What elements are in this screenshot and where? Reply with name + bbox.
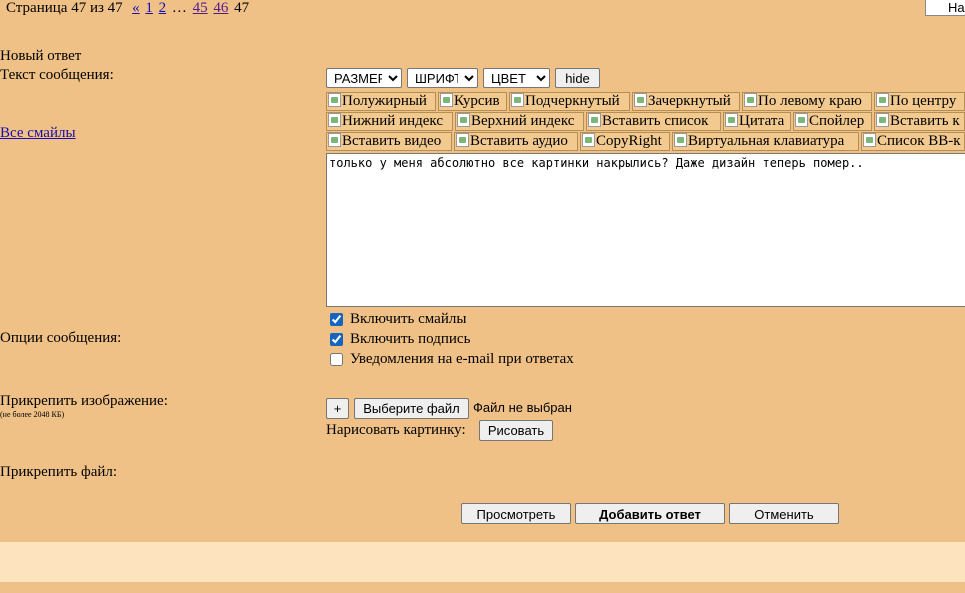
attach-image-size-note: (не более 2048 КБ) xyxy=(0,410,65,419)
size-select[interactable]: РАЗМЕР xyxy=(326,68,402,88)
bb-superscript-button[interactable]: Верхний индекс xyxy=(455,112,584,131)
email-notify-checkbox[interactable] xyxy=(330,353,343,366)
pager-current-page: 47 xyxy=(234,0,250,16)
bb-virtual-keyboard-button[interactable]: Виртуальная клавиатура xyxy=(672,132,859,151)
draw-button[interactable]: Рисовать xyxy=(479,420,553,441)
bb-video-button[interactable]: Вставить видео xyxy=(326,132,452,151)
bb-codes-list-button[interactable]: Список BB-к xyxy=(861,132,965,151)
pager-prev-link[interactable]: « xyxy=(132,0,140,16)
bb-subscript-button[interactable]: Нижний индекс xyxy=(326,112,453,131)
pager-page-45-link[interactable]: 45 xyxy=(193,0,208,16)
audio-icon xyxy=(456,133,469,147)
bb-quote-button[interactable]: Цитата xyxy=(723,112,791,131)
email-notify-label: Уведомления на e-mail при ответах xyxy=(350,351,574,367)
font-select[interactable]: ШРИФТ xyxy=(407,68,478,88)
no-file-chosen-text: Файл не выбран xyxy=(473,400,572,415)
pagination: Страница 47 из 47 « 1 2 … 45 46 47 xyxy=(6,0,251,17)
superscript-icon xyxy=(457,113,470,127)
bb-strike-button[interactable]: Зачеркнутый xyxy=(632,92,740,111)
list-icon xyxy=(588,113,601,127)
align-left-icon xyxy=(744,93,757,107)
message-options-label: Опции сообщения: xyxy=(0,330,122,346)
color-select[interactable]: ЦВЕТ xyxy=(483,68,550,88)
pager-page-2-link[interactable]: 2 xyxy=(159,0,167,16)
spoiler-icon xyxy=(795,113,808,127)
bb-align-center-button[interactable]: По центру xyxy=(874,92,965,111)
italic-icon xyxy=(440,93,453,107)
attach-image-label: Прикрепить изображение: xyxy=(0,393,168,409)
video-icon xyxy=(328,133,341,147)
copyright-icon xyxy=(582,133,595,147)
message-textarea[interactable] xyxy=(326,153,965,307)
bb-italic-button[interactable]: Курсив xyxy=(438,92,507,111)
attach-file-label: Прикрепить файл: xyxy=(0,464,118,480)
enable-smiles-checkbox[interactable] xyxy=(330,313,343,326)
bold-icon xyxy=(328,93,341,107)
pager-ellipsis: … xyxy=(171,0,187,16)
choose-file-button[interactable]: Выберите файл xyxy=(354,398,469,419)
bb-insert-code-button[interactable]: Вставить к xyxy=(874,112,965,131)
preview-button[interactable]: Просмотреть xyxy=(461,503,571,524)
message-text-label: Текст сообщения: xyxy=(0,67,114,83)
hide-button[interactable]: hide xyxy=(555,68,600,88)
enable-smiles-label: Включить смайлы xyxy=(350,311,467,327)
new-reply-heading: Новый ответ xyxy=(0,48,82,64)
quote-icon xyxy=(725,113,738,127)
enable-signature-checkbox[interactable] xyxy=(330,333,343,346)
code-icon xyxy=(876,113,889,127)
bb-bold-button[interactable]: Полужирный xyxy=(326,92,436,111)
subscript-icon xyxy=(328,113,341,127)
bottom-strip xyxy=(0,582,965,593)
bb-spoiler-button[interactable]: Спойлер xyxy=(793,112,872,131)
pager-prefix: Страница 47 из 47 xyxy=(6,0,123,16)
all-smiles-link[interactable]: Все смайлы xyxy=(0,125,76,142)
underline-icon xyxy=(511,93,524,107)
bbcode-list-icon xyxy=(863,133,876,147)
bb-align-left-button[interactable]: По левому краю xyxy=(742,92,872,111)
enable-signature-label: Включить подпись xyxy=(350,331,471,347)
strikethrough-icon xyxy=(634,93,647,107)
keyboard-icon xyxy=(674,133,687,147)
pager-page-46-link[interactable]: 46 xyxy=(213,0,228,16)
bb-list-button[interactable]: Вставить список xyxy=(586,112,721,131)
add-attachment-button[interactable]: + xyxy=(326,398,349,419)
bb-copyright-button[interactable]: CopyRight xyxy=(580,132,670,151)
cancel-button[interactable]: Отменить xyxy=(729,503,839,524)
draw-picture-label: Нарисовать картинку: xyxy=(326,422,466,438)
submit-reply-button[interactable]: Добавить ответ xyxy=(575,503,725,524)
align-center-icon xyxy=(876,93,889,107)
bb-underline-button[interactable]: Подчеркнутый xyxy=(509,92,630,111)
top-right-button[interactable]: На xyxy=(925,0,965,16)
bb-audio-button[interactable]: Вставить аудио xyxy=(454,132,578,151)
pager-page-1-link[interactable]: 1 xyxy=(145,0,153,16)
footer-band xyxy=(0,542,965,582)
